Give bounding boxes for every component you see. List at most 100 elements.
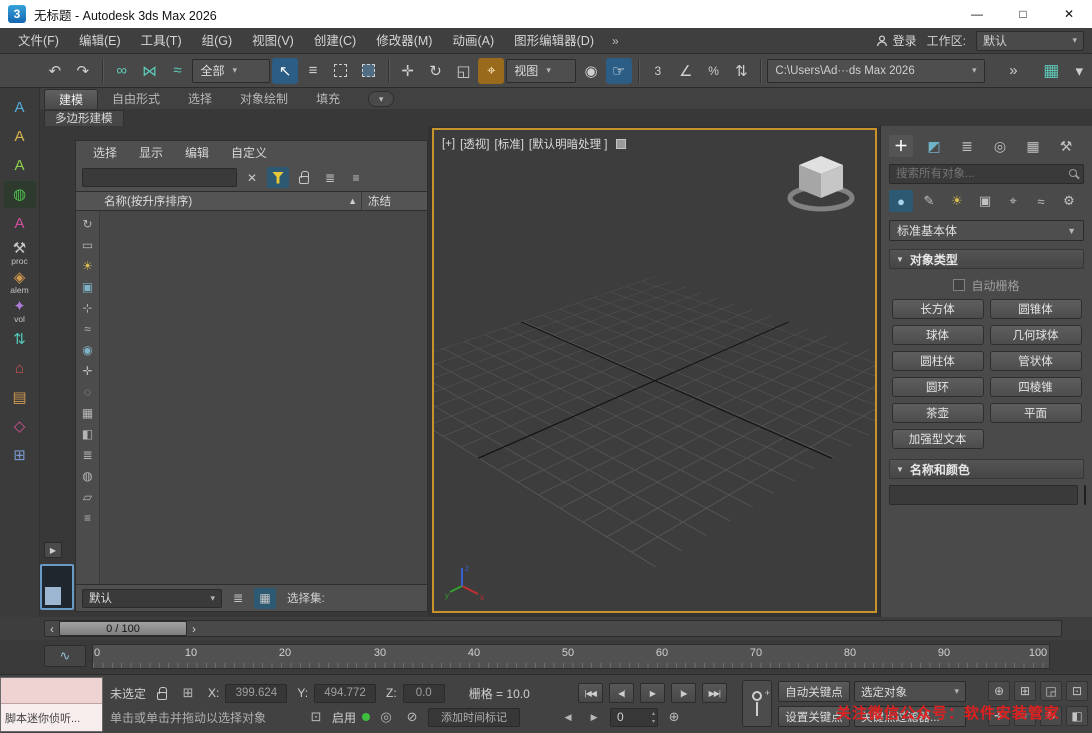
y-coordinate-field[interactable]: 494.772 [314, 683, 377, 703]
select-and-scale-icon[interactable]: ◱ [451, 58, 477, 84]
menu-edit[interactable]: 编辑(E) [69, 28, 131, 54]
name-column-header[interactable]: 名称(按升序排序) [76, 193, 348, 209]
listener-pane[interactable]: 脚本迷你侦听... [1, 704, 102, 731]
left-toolbar-button[interactable]: A [4, 94, 36, 121]
selected-filter-dropdown[interactable]: 选定对象 ▾ [854, 681, 966, 702]
left-toolbar-button[interactable]: ◇ [4, 413, 36, 440]
left-toolbar-button[interactable]: ◍ [3, 181, 36, 208]
menu-group[interactable]: 组(G) [192, 28, 243, 54]
plane-button[interactable]: 平面 [989, 403, 1082, 423]
workspace-dropdown[interactable]: 默认 ▾ [976, 30, 1084, 51]
filter-icon[interactable]: ⊹ [78, 297, 98, 318]
name-color-rollout[interactable]: ▼ 名称和颜色 [889, 459, 1084, 479]
frame-forward-icon[interactable]: ▶ [584, 707, 604, 727]
angle-snap-icon[interactable]: ∠ [673, 58, 699, 84]
zoom-icon[interactable]: ⊕ [988, 681, 1010, 701]
go-to-start-icon[interactable]: |◀◀ [577, 683, 603, 703]
utilities-tab-icon[interactable]: ⚒ [1054, 135, 1078, 157]
object-list-area[interactable] [100, 211, 427, 584]
left-toolbar-button[interactable]: ✦ vol [4, 297, 36, 324]
unlink-selection-icon[interactable]: ⋈ [137, 58, 163, 84]
menu-modifiers[interactable]: 修改器(M) [366, 28, 442, 54]
record-toggle-icon[interactable]: ◎ [376, 707, 396, 727]
track-bar-ruler[interactable]: 0 10 20 30 40 50 60 70 80 90 100 [92, 644, 1050, 669]
left-toolbar-button[interactable]: A [4, 123, 36, 150]
cameras-category-icon[interactable]: ▣ [973, 190, 997, 212]
ribbon-subtab-polygon-modeling[interactable]: 多边形建模 [44, 110, 124, 126]
systems-category-icon[interactable]: ⚙ [1057, 190, 1081, 212]
filter-icon[interactable]: ≈ [78, 318, 98, 339]
object-name-input[interactable] [889, 485, 1078, 505]
display-tab-icon[interactable]: ▦ [1021, 135, 1045, 157]
adaptive-degradation-icon[interactable]: ⊡ [306, 707, 326, 727]
reference-coordinate-dropdown[interactable]: 视图 ▾ [506, 58, 577, 83]
time-tag-field[interactable]: 添加时间标记 [428, 707, 521, 727]
object-color-swatch[interactable] [1084, 485, 1086, 505]
viewport-menu-pov[interactable]: [透视] [460, 136, 489, 152]
go-to-end-icon[interactable]: ▶▶| [701, 683, 727, 703]
modify-tab-icon[interactable]: ◩ [922, 135, 946, 157]
filter-icon[interactable]: ≣ [78, 444, 98, 465]
ribbon-tab-freeform[interactable]: 自由形式 [98, 89, 174, 109]
cone-button[interactable]: 圆锥体 [989, 299, 1082, 319]
bind-to-space-warp-icon[interactable]: ≈ [165, 58, 191, 84]
previous-frame-icon[interactable]: ‹ [45, 621, 59, 636]
key-mode-toggle-icon[interactable]: ⊕ [664, 707, 684, 727]
maximize-button[interactable]: □ [1000, 0, 1046, 28]
subcategory-dropdown[interactable]: 标准基本体 ▼ [889, 220, 1084, 241]
time-slider-handle[interactable]: 0 / 100 [59, 621, 187, 636]
flyout-arrow-icon[interactable]: ▶ [44, 542, 62, 558]
window-crossing-icon[interactable] [356, 58, 382, 84]
mute-toggle-icon[interactable]: ⊘ [402, 707, 422, 727]
selection-lock-icon[interactable] [152, 683, 172, 703]
select-and-rotate-icon[interactable]: ↻ [423, 58, 449, 84]
space-warps-category-icon[interactable]: ≈ [1029, 190, 1053, 212]
maxscript-mini-listener[interactable]: 脚本迷你侦听... [0, 677, 103, 732]
project-folder-dropdown[interactable]: C:\Users\Ad···ds Max 2026 ▾ [767, 58, 985, 83]
zoom-extents-icon[interactable]: ◲ [1040, 681, 1062, 701]
tube-button[interactable]: 管状体 [989, 351, 1082, 371]
filter-icon[interactable]: ≡ [78, 507, 98, 528]
select-and-move-icon[interactable]: ✛ [395, 58, 421, 84]
explorer-menu-edit[interactable]: 编辑 [176, 144, 218, 161]
helpers-category-icon[interactable]: ⌖ [1001, 190, 1025, 212]
filter-icon[interactable]: ◧ [78, 423, 98, 444]
undo-icon[interactable]: ↶ [42, 58, 68, 84]
filter-icon[interactable]: ◍ [78, 465, 98, 486]
toolbar-overflow-chevron[interactable]: » [1001, 58, 1027, 84]
spinner-down-icon[interactable]: ▾ [652, 718, 655, 726]
close-button[interactable]: ✕ [1046, 0, 1092, 28]
menu-graph-editors[interactable]: 图形编辑器(D) [504, 28, 604, 54]
menu-views[interactable]: 视图(V) [242, 28, 304, 54]
left-toolbar-button[interactable]: A [4, 152, 36, 179]
menu-overflow-chevron[interactable]: » [604, 34, 627, 48]
hierarchy-tab-icon[interactable]: ≣ [955, 135, 979, 157]
pyramid-button[interactable]: 四棱锥 [989, 377, 1082, 397]
left-toolbar-button[interactable]: ⇅ [4, 326, 36, 353]
menu-animation[interactable]: 动画(A) [442, 28, 504, 54]
left-toolbar-button[interactable]: ⌂ [4, 355, 36, 382]
menu-tools[interactable]: 工具(T) [131, 28, 192, 54]
viewport-menu-shading[interactable]: [默认明暗处理 ] [529, 136, 608, 152]
explorer-search-input[interactable] [82, 168, 237, 187]
maximize-viewport-icon[interactable]: ◧ [1066, 706, 1088, 726]
sync-selection-icon[interactable]: ≡ [345, 167, 367, 188]
toolbar-options-chevron[interactable]: ▾ [1066, 58, 1092, 84]
left-toolbar-button[interactable]: ⊞ [4, 442, 36, 469]
next-frame-icon[interactable]: › [187, 621, 201, 636]
filter-icon[interactable]: ▣ [78, 276, 98, 297]
filter-icon[interactable]: ▱ [78, 486, 98, 507]
ribbon-tab-populate[interactable]: 填充 [302, 89, 354, 109]
left-toolbar-button[interactable]: ▤ [4, 384, 36, 411]
ribbon-tab-selection[interactable]: 选择 [174, 89, 226, 109]
create-tab-icon[interactable]: ＋ [889, 135, 913, 157]
snaps-toggle-icon[interactable]: 3 [645, 58, 671, 84]
x-coordinate-field[interactable]: 399.624 [225, 683, 288, 703]
left-toolbar-button[interactable]: ◈ alem [4, 268, 36, 295]
z-coordinate-field[interactable]: 0.0 [402, 683, 445, 703]
current-frame-field[interactable]: 0 ▴ ▾ [610, 707, 659, 727]
spinner-up-icon[interactable]: ▴ [652, 710, 655, 718]
set-keys-button[interactable]: + [742, 680, 772, 727]
filter-icon[interactable]: ↻ [78, 213, 98, 234]
use-pivot-center-icon[interactable]: ◉ [578, 58, 604, 84]
